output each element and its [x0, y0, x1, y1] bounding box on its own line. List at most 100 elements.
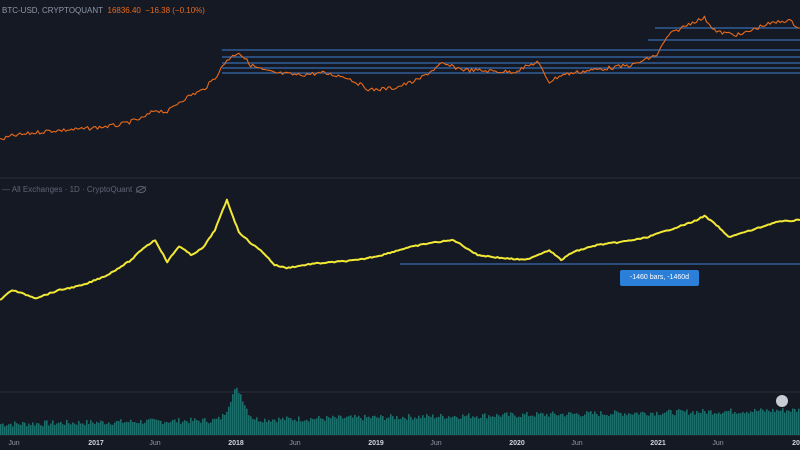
volume-bar [354, 414, 356, 435]
volume-bar [632, 414, 634, 435]
volume-bar [426, 414, 428, 435]
eye-hidden-icon[interactable] [136, 186, 147, 194]
price-series-line[interactable] [0, 15, 800, 141]
volume-bar [126, 421, 128, 435]
volume-bar [380, 415, 382, 435]
x-tick-label: 2018 [228, 440, 244, 447]
volume-bar [234, 389, 236, 435]
volume-bar [590, 411, 592, 435]
volume-bar [378, 417, 380, 435]
volume-bar [210, 422, 212, 435]
volume-bar [292, 420, 294, 435]
volume-bar [252, 418, 254, 435]
volume-bar [614, 410, 616, 435]
volume-bar [270, 421, 272, 435]
volume-bar [556, 415, 558, 435]
volume-bar [670, 410, 672, 435]
volume-bar [128, 422, 130, 435]
volume-bar [198, 420, 200, 435]
volume-bar [656, 411, 658, 435]
volume-bar [748, 413, 750, 435]
indicator-label[interactable]: — All Exchanges · 1D · CryptoQuant [2, 185, 132, 194]
volume-bar [650, 412, 652, 435]
volume-bar [152, 418, 154, 435]
volume-bar [36, 423, 38, 435]
volume-bar [752, 411, 754, 435]
volume-bar [276, 422, 278, 435]
volume-bar [654, 415, 656, 435]
volume-bar [286, 416, 288, 435]
volume-bar [324, 420, 326, 435]
volume-bar [140, 420, 142, 435]
horizontal-lines[interactable] [222, 27, 800, 265]
volume-bar [666, 411, 668, 435]
volume-bar [758, 410, 760, 435]
volume-bar [770, 412, 772, 435]
volume-bar [122, 422, 124, 435]
volume-bar [756, 411, 758, 435]
volume-bar [224, 414, 226, 435]
volume-bar [480, 417, 482, 435]
volume-bar [318, 415, 320, 435]
volume-bar [154, 419, 156, 435]
volume-bar [696, 411, 698, 435]
volume-bar [74, 423, 76, 435]
symbol-label[interactable]: BTC-USD, CRYPTOQUANT [2, 6, 103, 15]
volume-bar [322, 418, 324, 435]
volume-bar [288, 417, 290, 435]
volume-bar [64, 424, 66, 435]
volume-bar [692, 411, 694, 435]
volume-bar [166, 421, 168, 435]
volume-bar [304, 420, 306, 435]
volume-bar [674, 415, 676, 435]
volume-bar [238, 393, 240, 435]
volume-bar [658, 414, 660, 435]
volume-bar [202, 418, 204, 435]
chart-canvas[interactable] [0, 0, 800, 450]
series-lines[interactable] [0, 15, 800, 301]
volume-bar [742, 412, 744, 435]
volume-bar [408, 414, 410, 435]
volume-bar [594, 411, 596, 435]
volume-bar [330, 418, 332, 435]
volume-bar [428, 415, 430, 435]
volume-bar [624, 413, 626, 435]
volume-bar [98, 422, 100, 435]
volume-bar [584, 414, 586, 435]
volume-bar [176, 422, 178, 435]
volume-bar [754, 408, 756, 435]
volume-bar [266, 421, 268, 435]
volume-bar [196, 420, 198, 435]
volume-bar [398, 419, 400, 435]
volume-bar [150, 418, 152, 435]
volume-bar [500, 416, 502, 435]
volume-bar [310, 417, 312, 435]
volume-bar [386, 418, 388, 435]
volume-bar [142, 423, 144, 435]
volume-bar [504, 412, 506, 435]
volume-bar [452, 416, 454, 435]
volume-bar [328, 417, 330, 435]
volume-bar [568, 412, 570, 435]
volume-bar [700, 412, 702, 435]
volume-bar [306, 419, 308, 435]
volume-bar [392, 416, 394, 435]
volume-bar [382, 415, 384, 435]
volume-bar [46, 420, 48, 435]
volume-bar [396, 416, 398, 435]
volume-bar [604, 414, 606, 435]
volume-bar [706, 413, 708, 435]
volume-bar [726, 411, 728, 435]
volume-bar [478, 418, 480, 435]
volume-bar [114, 422, 116, 435]
volume-bar [384, 419, 386, 435]
volume-bar [762, 409, 764, 435]
volume-bar [796, 411, 798, 435]
volume-bar [14, 421, 16, 435]
volume-bar [506, 412, 508, 435]
volume-bar [190, 417, 192, 435]
scroll-knob[interactable] [776, 395, 788, 407]
volume-bar [124, 422, 126, 435]
volume-bar [554, 413, 556, 435]
volume-bar [760, 408, 762, 435]
